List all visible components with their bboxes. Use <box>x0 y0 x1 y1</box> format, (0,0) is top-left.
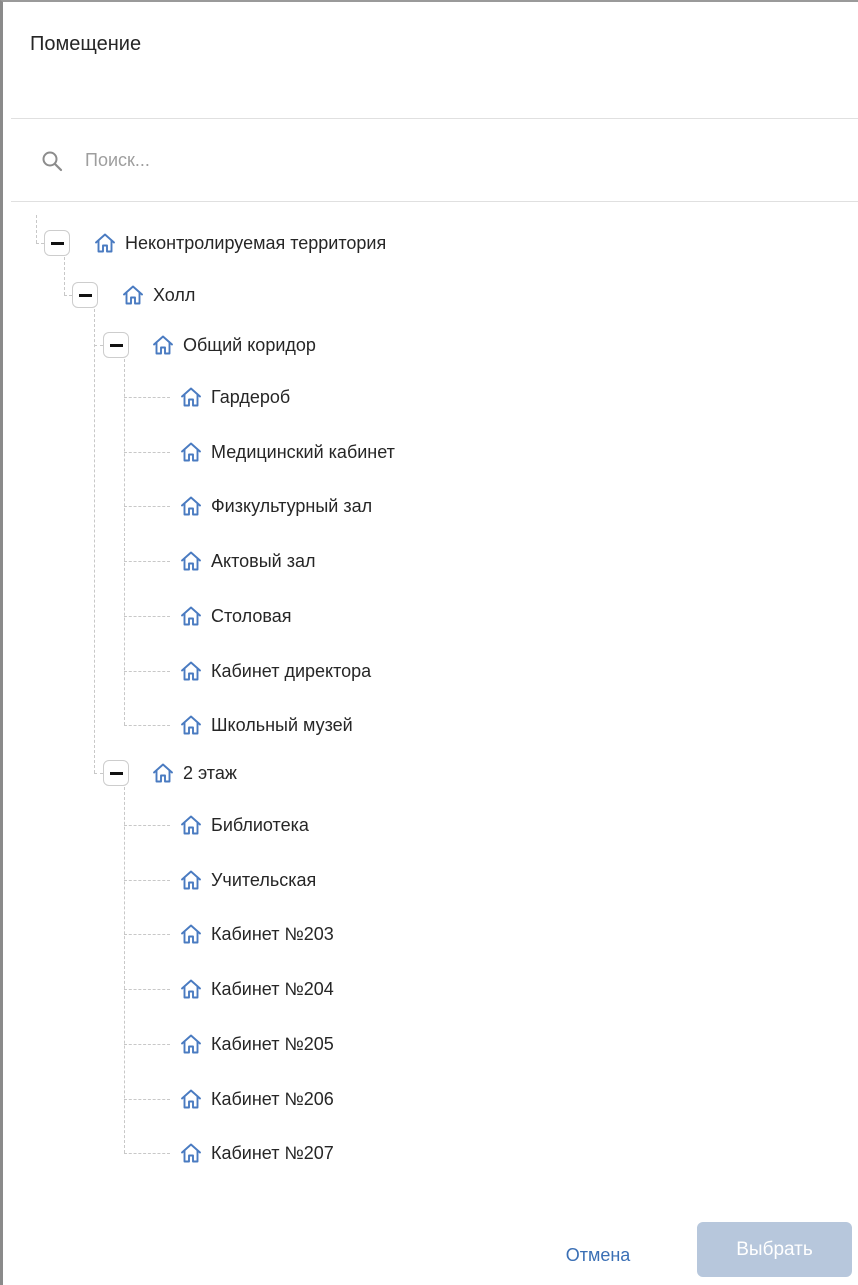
tree-node-label: Столовая <box>211 605 292 626</box>
collapse-toggle[interactable] <box>103 332 129 358</box>
home-icon <box>181 924 201 944</box>
dialog-title: Помещение <box>30 33 142 55</box>
home-icon <box>181 1089 201 1109</box>
tree-connector <box>124 452 170 453</box>
tree-node-label: Кабинет №206 <box>211 1088 334 1109</box>
home-icon <box>181 496 201 516</box>
tree-connector <box>124 880 170 881</box>
home-icon <box>153 335 173 355</box>
tree-connector <box>124 1099 170 1100</box>
tree-node-floor-2[interactable]: 2 этаж <box>151 757 237 789</box>
tree-connector <box>124 989 170 990</box>
home-icon <box>181 551 201 571</box>
tree-connector <box>124 1153 170 1154</box>
tree-node-label: Общий коридор <box>183 334 316 355</box>
tree-connector <box>64 295 72 296</box>
tree-node-room[interactable]: Физкультурный зал <box>179 490 372 522</box>
home-icon <box>95 233 115 253</box>
tree-connector <box>124 561 170 562</box>
search-divider <box>11 201 858 202</box>
minus-icon <box>51 242 64 245</box>
tree-node-label: Физкультурный зал <box>211 495 373 516</box>
tree-node-room[interactable]: Кабинет №203 <box>179 918 334 950</box>
minus-icon <box>110 772 123 775</box>
tree-node-label: Медицинский кабинет <box>211 441 395 462</box>
tree-connector <box>94 309 95 773</box>
tree-connector <box>124 616 170 617</box>
search-icon <box>42 151 63 172</box>
tree-node-room[interactable]: Кабинет директора <box>179 655 371 687</box>
tree-connector <box>94 345 103 346</box>
tree-connector <box>124 825 170 826</box>
select-button[interactable]: Выбрать <box>697 1222 852 1277</box>
minus-icon <box>79 294 92 297</box>
cancel-button[interactable]: Отмена <box>537 1235 659 1275</box>
home-icon <box>181 870 201 890</box>
tree-node-label: Актовый зал <box>211 550 316 571</box>
home-icon <box>181 979 201 999</box>
search-input[interactable] <box>85 142 785 178</box>
tree-node-label: Кабинет №205 <box>211 1033 334 1054</box>
tree-node-room[interactable]: Столовая <box>179 600 292 632</box>
home-icon <box>153 763 173 783</box>
collapse-toggle[interactable] <box>103 760 129 786</box>
tree-node-room[interactable]: Библиотека <box>179 809 309 841</box>
tree-node-room[interactable]: Медицинский кабинет <box>179 436 395 468</box>
collapse-toggle[interactable] <box>44 230 70 256</box>
tree-connector <box>124 725 170 726</box>
home-icon <box>181 715 201 735</box>
tree-node-label: Гардероб <box>211 386 291 407</box>
tree-connector <box>94 773 103 774</box>
home-icon <box>181 1034 201 1054</box>
tree-node-room[interactable]: Учительская <box>179 864 316 896</box>
tree-node-label: Школьный музей <box>211 714 353 735</box>
tree-node-room[interactable]: Гардероб <box>179 381 290 413</box>
tree-node-hall[interactable]: Холл <box>121 279 195 311</box>
home-icon <box>123 285 143 305</box>
tree-node-room[interactable]: Актовый зал <box>179 545 315 577</box>
tree-node-room[interactable]: Кабинет №206 <box>179 1083 334 1115</box>
tree-connector <box>124 934 170 935</box>
tree-node-label: Кабинет директора <box>211 660 372 681</box>
tree-node-label: Кабинет №207 <box>211 1142 334 1163</box>
tree-node-room[interactable]: Кабинет №205 <box>179 1028 334 1060</box>
tree-node-root[interactable]: Неконтролируемая территория <box>93 227 386 259</box>
home-icon <box>181 387 201 407</box>
header-divider <box>11 118 858 119</box>
search-bar <box>41 142 821 178</box>
home-icon <box>181 442 201 462</box>
tree-node-label: 2 этаж <box>183 762 237 783</box>
home-icon <box>181 661 201 681</box>
tree-node-label: Библиотека <box>211 814 309 835</box>
room-picker-dialog: Помещение Неконтролируемая территория <box>0 0 858 1285</box>
tree-node-corridor[interactable]: Общий коридор <box>151 329 316 361</box>
home-icon <box>181 1143 201 1163</box>
tree-connector <box>36 243 44 244</box>
tree-node-label: Холл <box>153 284 196 305</box>
tree-connector <box>64 257 65 295</box>
room-tree: Неконтролируемая территория Холл Общий к… <box>3 207 858 1197</box>
tree-connector <box>124 397 170 398</box>
tree-node-label: Кабинет №204 <box>211 978 334 999</box>
tree-connector <box>124 1044 170 1045</box>
home-icon <box>181 606 201 626</box>
minus-icon <box>110 344 123 347</box>
home-icon <box>181 815 201 835</box>
tree-connector <box>36 215 37 243</box>
tree-node-room[interactable]: Школьный музей <box>179 709 353 741</box>
tree-node-room[interactable]: Кабинет №207 <box>179 1137 334 1169</box>
collapse-toggle[interactable] <box>72 282 98 308</box>
tree-node-room[interactable]: Кабинет №204 <box>179 973 334 1005</box>
tree-connector <box>124 506 170 507</box>
tree-node-label: Учительская <box>211 869 317 890</box>
tree-connector <box>124 671 170 672</box>
tree-node-label: Кабинет №203 <box>211 923 334 944</box>
tree-node-label: Неконтролируемая территория <box>125 232 387 253</box>
